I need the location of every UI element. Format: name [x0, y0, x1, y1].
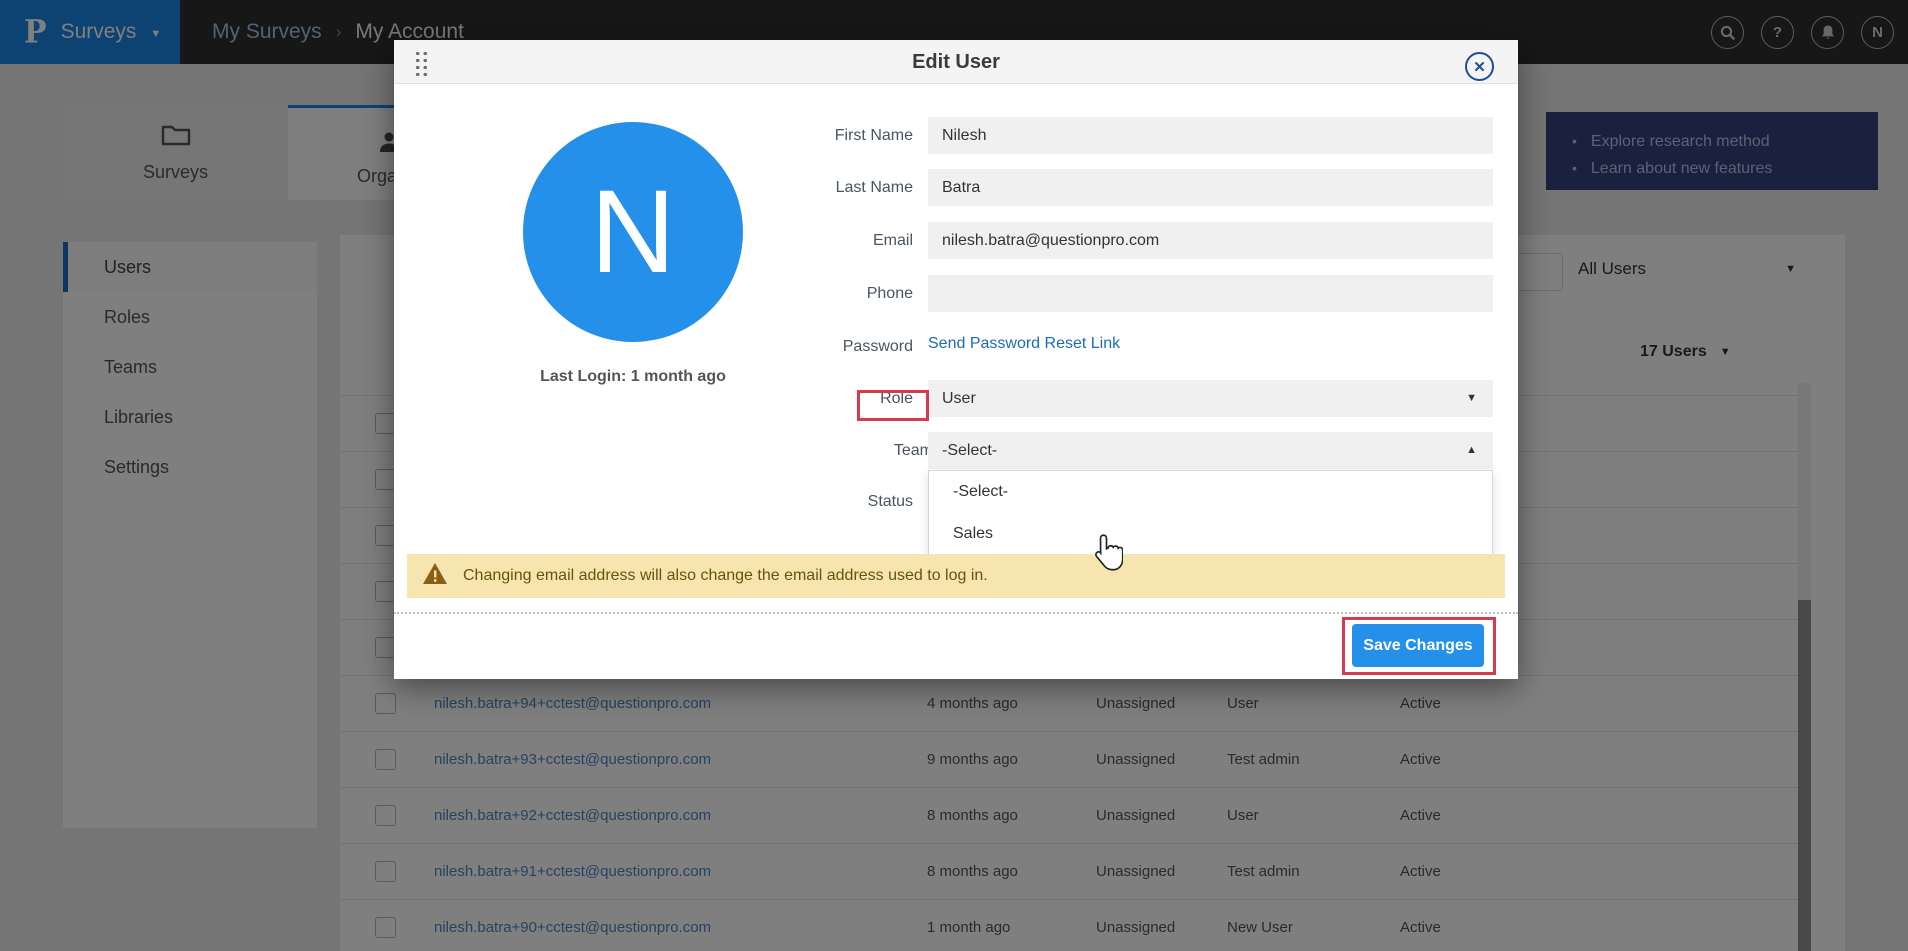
team-label: Team [753, 432, 933, 469]
password-label: Password [733, 328, 913, 365]
user-avatar-large: N [523, 122, 743, 342]
status-label: Status [733, 483, 913, 520]
send-password-reset-link[interactable]: Send Password Reset Link [928, 335, 1120, 353]
warning-triangle-icon [422, 562, 448, 590]
email-label: Email [733, 222, 913, 259]
edit-user-modal: Edit User ✕ N Last Login: 1 month ago Fi… [394, 40, 1518, 679]
email-field[interactable] [928, 222, 1493, 259]
first-name-field[interactable] [928, 117, 1493, 154]
team-dropdown-panel: -Select- Sales [928, 470, 1493, 565]
mouse-cursor-hand-icon [1093, 533, 1123, 580]
warning-text: Changing email address will also change … [463, 567, 988, 585]
role-value: User [942, 390, 976, 407]
close-icon[interactable]: ✕ [1465, 52, 1494, 81]
app-root: P Surveys ▼ My Surveys › My Account ? N … [0, 0, 1908, 951]
save-changes-button[interactable]: Save Changes [1352, 624, 1484, 667]
team-option-sales[interactable]: Sales [929, 513, 1492, 555]
phone-label: Phone [733, 275, 913, 312]
modal-header: Edit User ✕ [394, 40, 1518, 84]
email-change-warning: Changing email address will also change … [407, 554, 1505, 598]
phone-field[interactable] [928, 275, 1493, 312]
last-name-field[interactable] [928, 169, 1493, 206]
role-select[interactable]: User ▼ [928, 380, 1493, 417]
caret-up-icon: ▲ [1466, 432, 1477, 469]
team-label-highlight [857, 390, 929, 421]
last-name-label: Last Name [733, 169, 913, 206]
team-option-select[interactable]: -Select- [929, 471, 1492, 513]
team-select[interactable]: -Select- ▲ [928, 432, 1493, 469]
first-name-label: First Name [733, 117, 913, 154]
modal-title: Edit User [394, 40, 1518, 84]
team-value: -Select- [942, 442, 997, 459]
footer-divider [394, 612, 1518, 614]
caret-down-icon: ▼ [1466, 380, 1477, 417]
